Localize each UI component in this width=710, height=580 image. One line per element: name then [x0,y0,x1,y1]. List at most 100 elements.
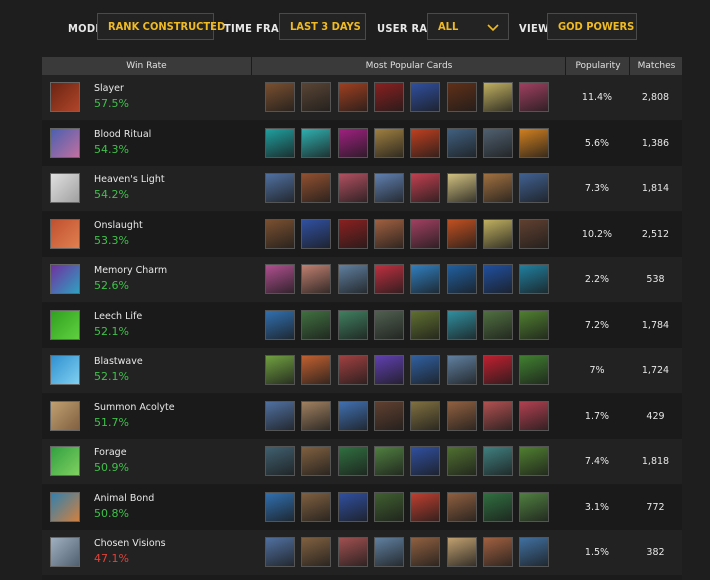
table-row[interactable]: Onslaught 53.3% 10.2% 2,512 [42,211,682,257]
card-thumbnail[interactable] [519,491,550,522]
card-thumbnail[interactable] [373,400,404,431]
card-thumbnail[interactable] [373,173,404,203]
card-thumbnail[interactable] [519,173,550,203]
card-thumbnail[interactable] [410,127,441,158]
card-thumbnail[interactable] [265,127,295,158]
god-power-icon[interactable] [50,127,80,158]
card-thumbnail[interactable] [410,446,441,476]
god-power-name[interactable]: Onslaught [94,220,143,231]
card-thumbnail[interactable] [482,446,513,476]
god-power-icon[interactable] [50,491,80,522]
card-thumbnail[interactable] [301,173,332,203]
card-thumbnail[interactable] [410,218,441,249]
card-thumbnail[interactable] [337,400,368,431]
table-row[interactable]: Chosen Visions 47.1% 1.5% 382 [42,530,682,575]
card-thumbnail[interactable] [482,355,513,385]
card-thumbnail[interactable] [446,218,477,249]
card-thumbnail[interactable] [482,264,513,294]
table-row[interactable]: Forage 50.9% 7.4% 1,818 [42,439,682,484]
card-thumbnail[interactable] [446,355,477,385]
table-row[interactable]: Slayer 57.5% 11.4% 2,808 [42,75,682,120]
god-power-name[interactable]: Summon Acolyte [94,402,175,413]
card-thumbnail[interactable] [446,82,477,112]
table-row[interactable]: Blood Ritual 54.3% 5.6% 1,386 [42,120,682,166]
card-thumbnail[interactable] [337,446,368,476]
card-thumbnail[interactable] [410,264,441,294]
card-thumbnail[interactable] [410,82,441,112]
card-thumbnail[interactable] [410,309,441,340]
card-thumbnail[interactable] [373,491,404,522]
card-thumbnail[interactable] [482,400,513,431]
card-thumbnail[interactable] [265,355,295,385]
card-thumbnail[interactable] [265,446,295,476]
card-thumbnail[interactable] [337,264,368,294]
card-thumbnail[interactable] [482,537,513,567]
view-dropdown[interactable]: GOD POWERS [547,13,637,40]
card-thumbnail[interactable] [482,218,513,249]
card-thumbnail[interactable] [519,355,550,385]
card-thumbnail[interactable] [446,173,477,203]
card-thumbnail[interactable] [301,537,332,567]
card-thumbnail[interactable] [410,537,441,567]
card-thumbnail[interactable] [265,491,295,522]
god-power-icon[interactable] [50,218,80,249]
table-row[interactable]: Summon Acolyte 51.7% 1.7% 429 [42,393,682,439]
card-thumbnail[interactable] [373,218,404,249]
card-thumbnail[interactable] [301,264,332,294]
win-rate-header[interactable]: Win Rate [42,57,251,75]
card-thumbnail[interactable] [446,400,477,431]
card-thumbnail[interactable] [410,355,441,385]
table-row[interactable]: Heaven's Light 54.2% 7.3% 1,814 [42,166,682,211]
card-thumbnail[interactable] [482,82,513,112]
god-power-name[interactable]: Memory Charm [94,265,167,276]
card-thumbnail[interactable] [482,309,513,340]
card-thumbnail[interactable] [519,82,550,112]
card-thumbnail[interactable] [519,537,550,567]
card-thumbnail[interactable] [482,491,513,522]
god-power-icon[interactable] [50,400,80,431]
card-thumbnail[interactable] [337,127,368,158]
card-thumbnail[interactable] [265,400,295,431]
card-thumbnail[interactable] [265,82,295,112]
god-power-name[interactable]: Forage [94,447,127,458]
god-power-name[interactable]: Blood Ritual [94,129,151,140]
card-thumbnail[interactable] [337,491,368,522]
god-power-icon[interactable] [50,264,80,294]
card-thumbnail[interactable] [373,127,404,158]
card-thumbnail[interactable] [301,309,332,340]
card-thumbnail[interactable] [301,127,332,158]
god-power-name[interactable]: Blastwave [94,356,143,367]
card-thumbnail[interactable] [265,264,295,294]
card-thumbnail[interactable] [301,491,332,522]
card-thumbnail[interactable] [446,491,477,522]
card-thumbnail[interactable] [519,127,550,158]
card-thumbnail[interactable] [446,127,477,158]
card-thumbnail[interactable] [519,264,550,294]
card-thumbnail[interactable] [301,218,332,249]
god-power-name[interactable]: Slayer [94,83,124,94]
god-power-name[interactable]: Chosen Visions [94,538,166,549]
card-thumbnail[interactable] [265,173,295,203]
card-thumbnail[interactable] [265,218,295,249]
god-power-icon[interactable] [50,309,80,340]
card-thumbnail[interactable] [337,355,368,385]
table-row[interactable]: Blastwave 52.1% 7% 1,724 [42,348,682,393]
card-thumbnail[interactable] [301,82,332,112]
matches-header[interactable]: Matches [629,57,683,75]
card-thumbnail[interactable] [519,218,550,249]
card-thumbnail[interactable] [337,537,368,567]
card-thumbnail[interactable] [482,127,513,158]
card-thumbnail[interactable] [301,446,332,476]
mode-dropdown[interactable]: RANK CONSTRUCTED [97,13,225,40]
table-row[interactable]: Leech Life 52.1% 7.2% 1,784 [42,302,682,348]
card-thumbnail[interactable] [446,309,477,340]
god-power-name[interactable]: Heaven's Light [94,174,165,185]
table-row[interactable]: Animal Bond 50.8% 3.1% 772 [42,484,682,530]
card-thumbnail[interactable] [373,537,404,567]
table-row[interactable]: Memory Charm 52.6% 2.2% 538 [42,257,682,302]
card-thumbnail[interactable] [446,537,477,567]
god-power-icon[interactable] [50,82,80,112]
card-thumbnail[interactable] [301,355,332,385]
card-thumbnail[interactable] [301,400,332,431]
god-power-icon[interactable] [50,173,80,203]
